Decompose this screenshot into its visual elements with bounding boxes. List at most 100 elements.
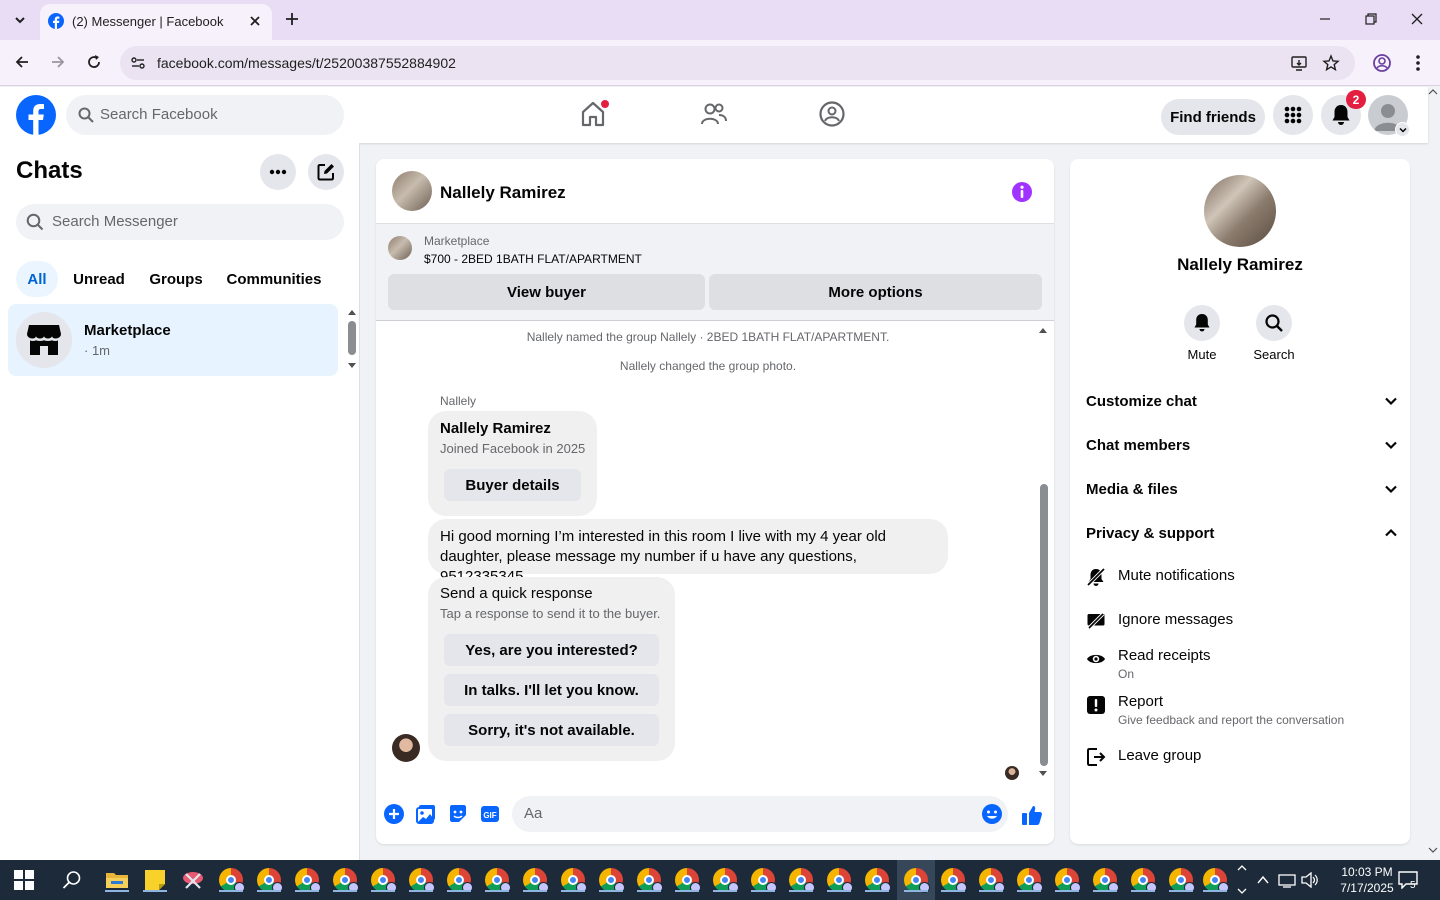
conversation-avatar[interactable] [392, 171, 432, 211]
restore-window-icon[interactable] [1364, 12, 1378, 26]
facebook-search-input[interactable]: Search Facebook [66, 95, 344, 135]
find-friends-button[interactable]: Find friends [1161, 99, 1265, 135]
taskbar-search-icon[interactable] [62, 870, 82, 890]
network-icon[interactable] [1278, 872, 1296, 888]
chrome-window-icon[interactable] [333, 868, 359, 893]
chrome-window-icon[interactable] [979, 868, 1005, 893]
chrome-window-icon[interactable] [751, 868, 777, 893]
back-arrow-icon[interactable] [13, 53, 31, 71]
menu-button[interactable] [1273, 95, 1313, 135]
facebook-logo-icon[interactable] [16, 95, 56, 135]
filter-tab-all[interactable]: All [16, 261, 58, 297]
sticker-icon[interactable] [448, 804, 468, 824]
chrome-window-icon[interactable] [1017, 868, 1043, 893]
minimize-window-icon[interactable] [1318, 12, 1332, 26]
more-options-button[interactable]: More options [709, 274, 1042, 310]
chrome-window-icon[interactable] [447, 868, 473, 893]
buyer-details-button[interactable]: Buyer details [444, 469, 581, 501]
groups-icon[interactable] [818, 100, 846, 128]
filter-tab-groups[interactable]: Groups [144, 261, 208, 297]
new-tab-icon[interactable] [283, 10, 301, 28]
ignore-messages-option[interactable]: Ignore messages [1086, 611, 1398, 633]
chrome-window-icon[interactable] [371, 868, 397, 893]
mute-action[interactable]: Mute [1172, 305, 1232, 362]
chrome-window-icon[interactable] [1203, 868, 1229, 893]
browser-tab-active[interactable]: (2) Messenger | Facebook [40, 4, 272, 40]
contact-avatar[interactable] [1204, 175, 1276, 247]
chrome-window-icon[interactable] [295, 868, 321, 893]
chat-list-item[interactable]: Marketplace · 1m [8, 304, 338, 376]
chrome-window-icon[interactable] [599, 868, 625, 893]
messages-scrollbar[interactable] [1040, 484, 1048, 766]
chrome-window-icon[interactable] [219, 868, 245, 893]
address-bar[interactable]: facebook.com/messages/t/2520038755288490… [120, 46, 1355, 80]
chrome-window-icon[interactable] [941, 868, 967, 893]
messages-scroll-down-arrow[interactable] [1038, 770, 1048, 778]
chrome-window-icon[interactable] [789, 868, 815, 893]
report-option[interactable]: Report Give feedback and report the conv… [1086, 693, 1398, 733]
messages-scroll-up-arrow[interactable] [1038, 326, 1048, 334]
file-explorer-icon[interactable] [105, 868, 129, 892]
section-customize-chat[interactable]: Customize chat [1086, 381, 1398, 421]
chrome-window-icon[interactable] [1093, 868, 1119, 893]
chrome-window-icon[interactable] [637, 868, 663, 893]
show-hidden-icons-icon[interactable] [1256, 873, 1270, 887]
sticky-notes-icon[interactable] [143, 868, 167, 892]
section-privacy-support[interactable]: Privacy & support [1086, 513, 1398, 553]
sender-avatar[interactable] [392, 734, 420, 762]
friends-icon[interactable] [700, 100, 728, 128]
search-action[interactable]: Search [1244, 305, 1304, 362]
section-media-files[interactable]: Media & files [1086, 469, 1398, 509]
clock-time[interactable]: 10:03 PM [1325, 864, 1409, 880]
messenger-search-input[interactable]: Search Messenger [16, 204, 344, 240]
filter-tab-unread[interactable]: Unread [70, 261, 128, 297]
thumbs-up-icon[interactable] [1021, 804, 1043, 826]
plus-circle-icon[interactable] [384, 804, 404, 824]
contact-name[interactable]: Nallely Ramirez [1070, 255, 1410, 275]
chrome-window-icon[interactable] [257, 868, 283, 893]
page-scroll-down-arrow[interactable] [1428, 846, 1438, 854]
leave-group-option[interactable]: Leave group [1086, 747, 1398, 769]
taskbar-scroll-up-icon[interactable] [1237, 863, 1247, 873]
new-message-button[interactable] [308, 154, 344, 190]
mute-notifications-option[interactable]: Mute notifications [1086, 567, 1398, 589]
message-input[interactable]: Aa [512, 796, 1008, 832]
photo-gallery-icon[interactable] [416, 804, 436, 824]
chrome-window-icon[interactable] [1131, 868, 1157, 893]
tab-search-button[interactable] [6, 6, 34, 34]
gif-icon[interactable]: GIF [480, 804, 500, 824]
quick-response-option[interactable]: Sorry, it's not available. [444, 714, 659, 746]
conversation-name[interactable]: Nallely Ramirez [440, 183, 566, 203]
emoji-icon[interactable] [981, 803, 1003, 825]
bookmark-star-icon[interactable] [1322, 54, 1340, 72]
chat-list-scroll-down-arrow[interactable] [347, 362, 357, 370]
forward-arrow-icon[interactable] [49, 53, 67, 71]
browser-profile-icon[interactable] [1372, 53, 1392, 73]
chats-options-button[interactable] [260, 154, 296, 190]
browser-menu-icon[interactable] [1410, 53, 1426, 73]
chat-list-scrollbar[interactable] [348, 321, 356, 355]
site-info-icon[interactable] [130, 55, 146, 71]
chrome-window-icon[interactable] [675, 868, 701, 893]
chat-list-scroll-up-arrow[interactable] [347, 308, 357, 316]
section-chat-members[interactable]: Chat members [1086, 425, 1398, 465]
page-scroll-up-arrow[interactable] [1428, 88, 1438, 96]
quick-response-option[interactable]: In talks. I'll let you know. [444, 674, 659, 706]
quick-response-option[interactable]: Yes, are you interested? [444, 634, 659, 666]
close-tab-icon[interactable] [248, 14, 262, 28]
filter-tab-communities[interactable]: Communities [222, 261, 326, 297]
install-app-icon[interactable] [1290, 54, 1308, 72]
chrome-window-icon[interactable] [827, 868, 853, 893]
info-icon[interactable] [1011, 181, 1033, 203]
chrome-window-icon[interactable] [523, 868, 549, 893]
chrome-window-icon[interactable] [1055, 868, 1081, 893]
account-caret[interactable] [1395, 122, 1410, 137]
message-bubble[interactable]: Hi good morning I’m interested in this r… [428, 519, 948, 585]
snipping-tool-icon[interactable] [181, 868, 205, 892]
chrome-window-icon[interactable] [713, 868, 739, 893]
listing-title[interactable]: $700 - 2BED 1BATH FLAT/APARTMENT [424, 252, 642, 266]
chrome-window-icon[interactable] [865, 868, 891, 893]
chrome-window-icon-active[interactable] [904, 868, 930, 893]
close-window-icon[interactable] [1410, 12, 1424, 26]
reload-icon[interactable] [85, 53, 103, 71]
